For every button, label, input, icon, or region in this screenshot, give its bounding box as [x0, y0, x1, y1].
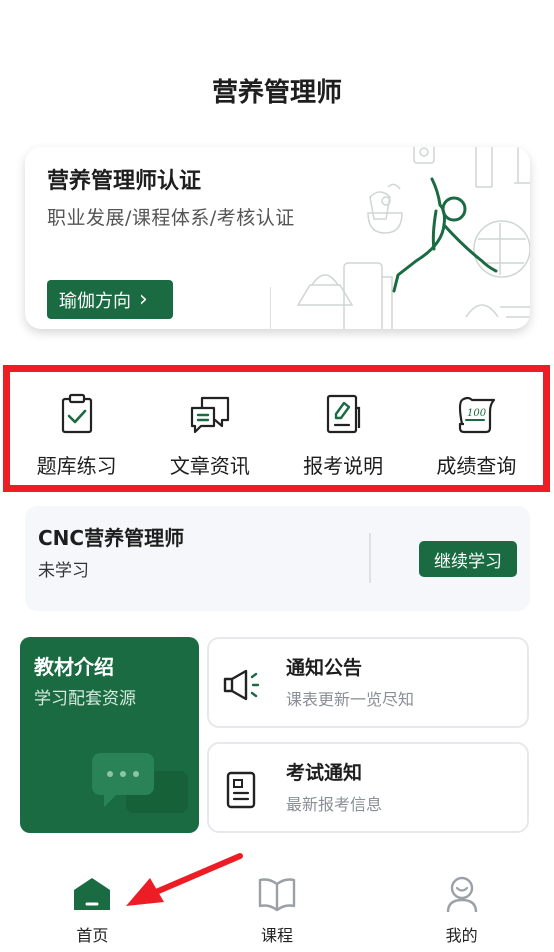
yoga-direction-button[interactable]: 瑜伽方向 › — [47, 280, 173, 319]
course-status: 未学习 — [38, 561, 89, 581]
yoga-direction-label: 瑜伽方向 — [59, 290, 131, 312]
banner-title: 营养管理师认证 — [47, 169, 202, 194]
quick-nav-label: 报考说明 — [303, 454, 384, 478]
article-news-entry[interactable]: 文章资讯 — [143, 372, 276, 485]
question-bank-entry[interactable]: 题库练习 — [10, 372, 143, 485]
exam-notice-title: 考试通知 — [286, 762, 363, 784]
annotation-arrow-icon — [126, 853, 243, 906]
notice-subtitle: 课表更新一览尽知 — [286, 690, 415, 709]
yoga-illustration-icon — [270, 147, 530, 329]
chat-bubble-decor-icon — [92, 753, 188, 813]
textbook-title: 教材介绍 — [34, 655, 114, 679]
tab-label: 我的 — [445, 926, 478, 945]
quick-nav-label: 题库练习 — [36, 454, 117, 478]
score-query-entry[interactable]: 100 成绩查询 — [410, 372, 543, 485]
user-icon — [446, 876, 477, 913]
notice-title: 通知公告 — [286, 657, 363, 679]
textbook-subtitle: 学习配套资源 — [34, 689, 136, 709]
tab-label: 首页 — [76, 926, 109, 945]
divider — [369, 533, 371, 583]
megaphone-icon — [223, 669, 260, 701]
exam-guide-entry[interactable]: 报考说明 — [277, 372, 410, 485]
continue-learning-button[interactable]: 继续学习 — [419, 541, 517, 577]
textbook-card[interactable]: 教材介绍 学习配套资源 — [20, 637, 199, 833]
quick-nav-highlight: 题库练习 文章资讯 报考说明 100 成绩查询 — [3, 365, 550, 492]
exam-notice-subtitle: 最新报考信息 — [286, 795, 383, 814]
document-pen-icon — [327, 394, 361, 434]
course-progress-card[interactable]: CNC营养管理师 未学习 继续学习 — [25, 506, 530, 611]
notice-card[interactable]: 通知公告 课表更新一览尽知 — [207, 637, 529, 728]
book-icon — [258, 878, 296, 912]
banner-subtitle: 职业发展/课程体系/考核认证 — [47, 207, 295, 229]
quick-nav-label: 成绩查询 — [436, 454, 517, 478]
chevron-right-icon: › — [139, 286, 148, 312]
clipboard-check-icon — [61, 393, 92, 434]
quick-nav-label: 文章资讯 — [169, 454, 250, 478]
chat-bubbles-icon — [190, 396, 229, 434]
course-name: CNC营养管理师 — [38, 526, 185, 550]
exam-document-icon — [226, 771, 256, 809]
exam-notice-card[interactable]: 考试通知 最新报考信息 — [207, 742, 529, 833]
bottom-tab-bar: 首页 课程 我的 — [0, 860, 554, 952]
score-text: 100 — [467, 408, 487, 419]
tab-mine[interactable]: 我的 — [369, 860, 554, 952]
page-title: 营养管理师 — [211, 78, 342, 108]
certification-banner[interactable]: 营养管理师认证 职业发展/课程体系/考核认证 瑜伽方向 › — [25, 147, 530, 329]
tab-label: 课程 — [261, 926, 294, 945]
score-scroll-icon: 100 — [459, 396, 496, 434]
home-icon — [74, 878, 111, 910]
